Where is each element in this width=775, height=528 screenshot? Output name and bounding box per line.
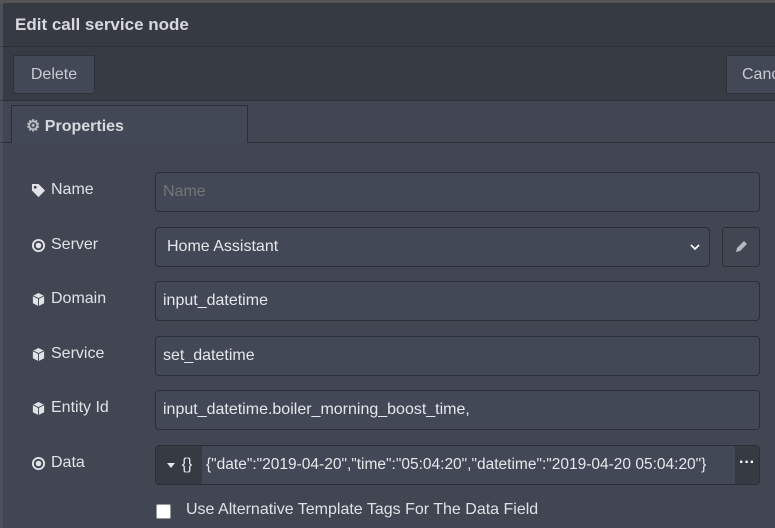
label-text: Entity Id <box>51 399 109 416</box>
delete-button[interactable]: Delete <box>13 55 95 94</box>
cube-icon <box>32 292 45 306</box>
expand-editor-button[interactable]: ··· <box>735 446 759 484</box>
chevron-down-icon <box>690 244 700 251</box>
caret-down-icon <box>166 463 175 468</box>
pencil-icon <box>736 241 747 252</box>
label-text: Name <box>51 181 94 198</box>
data-value: {"date":"2019-04-20","time":"05:04:20","… <box>206 456 707 473</box>
gear-icon: ⚙ <box>26 118 41 135</box>
edit-server-button[interactable] <box>722 227 760 267</box>
cube-icon <box>32 347 45 361</box>
dialog-header: Edit call service node <box>0 3 775 47</box>
service-input[interactable]: set_datetime <box>155 336 760 376</box>
server-value: Home Assistant <box>167 238 279 255</box>
alt-template-tags-checkbox[interactable] <box>156 504 171 519</box>
domain-label: Domain <box>31 290 106 308</box>
name-input[interactable] <box>155 172 760 212</box>
server-select[interactable]: Home Assistant <box>155 227 710 267</box>
label-text: Data <box>51 454 85 471</box>
dot-circle-icon <box>31 456 46 470</box>
entity-id-input[interactable]: input_datetime.boiler_morning_boost_time… <box>155 390 760 430</box>
data-type-toggle[interactable]: {} <box>156 446 202 484</box>
domain-input[interactable]: input_datetime <box>155 281 760 321</box>
server-label: Server <box>31 236 98 254</box>
service-label: Service <box>31 345 104 363</box>
label-text: Domain <box>51 290 107 307</box>
alt-template-tags-label: Use Alternative Template Tags For The Da… <box>186 501 539 518</box>
tag-icon <box>31 183 46 197</box>
properties-panel: Name Server Home Assistant Domain input_… <box>0 143 775 528</box>
dialog-title: Edit call service node <box>15 15 189 34</box>
cancel-button[interactable]: Cancel <box>726 55 775 94</box>
data-label: Data <box>31 454 85 472</box>
cube-icon <box>32 401 45 415</box>
name-label: Name <box>31 181 94 199</box>
data-input[interactable]: {} {"date":"2019-04-20","time":"05:04:20… <box>155 445 760 485</box>
tab-label: Properties <box>44 118 124 135</box>
tab-bar: ⚙ Properties <box>0 101 775 143</box>
dialog-toolbar: Delete Cancel <box>0 47 775 101</box>
entity-id-label: Entity Id <box>31 399 109 417</box>
dot-circle-icon <box>31 238 46 252</box>
tab-properties[interactable]: ⚙ Properties <box>11 105 248 143</box>
label-text: Server <box>51 236 99 253</box>
json-type-icon: {} <box>181 456 193 473</box>
label-text: Service <box>51 345 105 362</box>
